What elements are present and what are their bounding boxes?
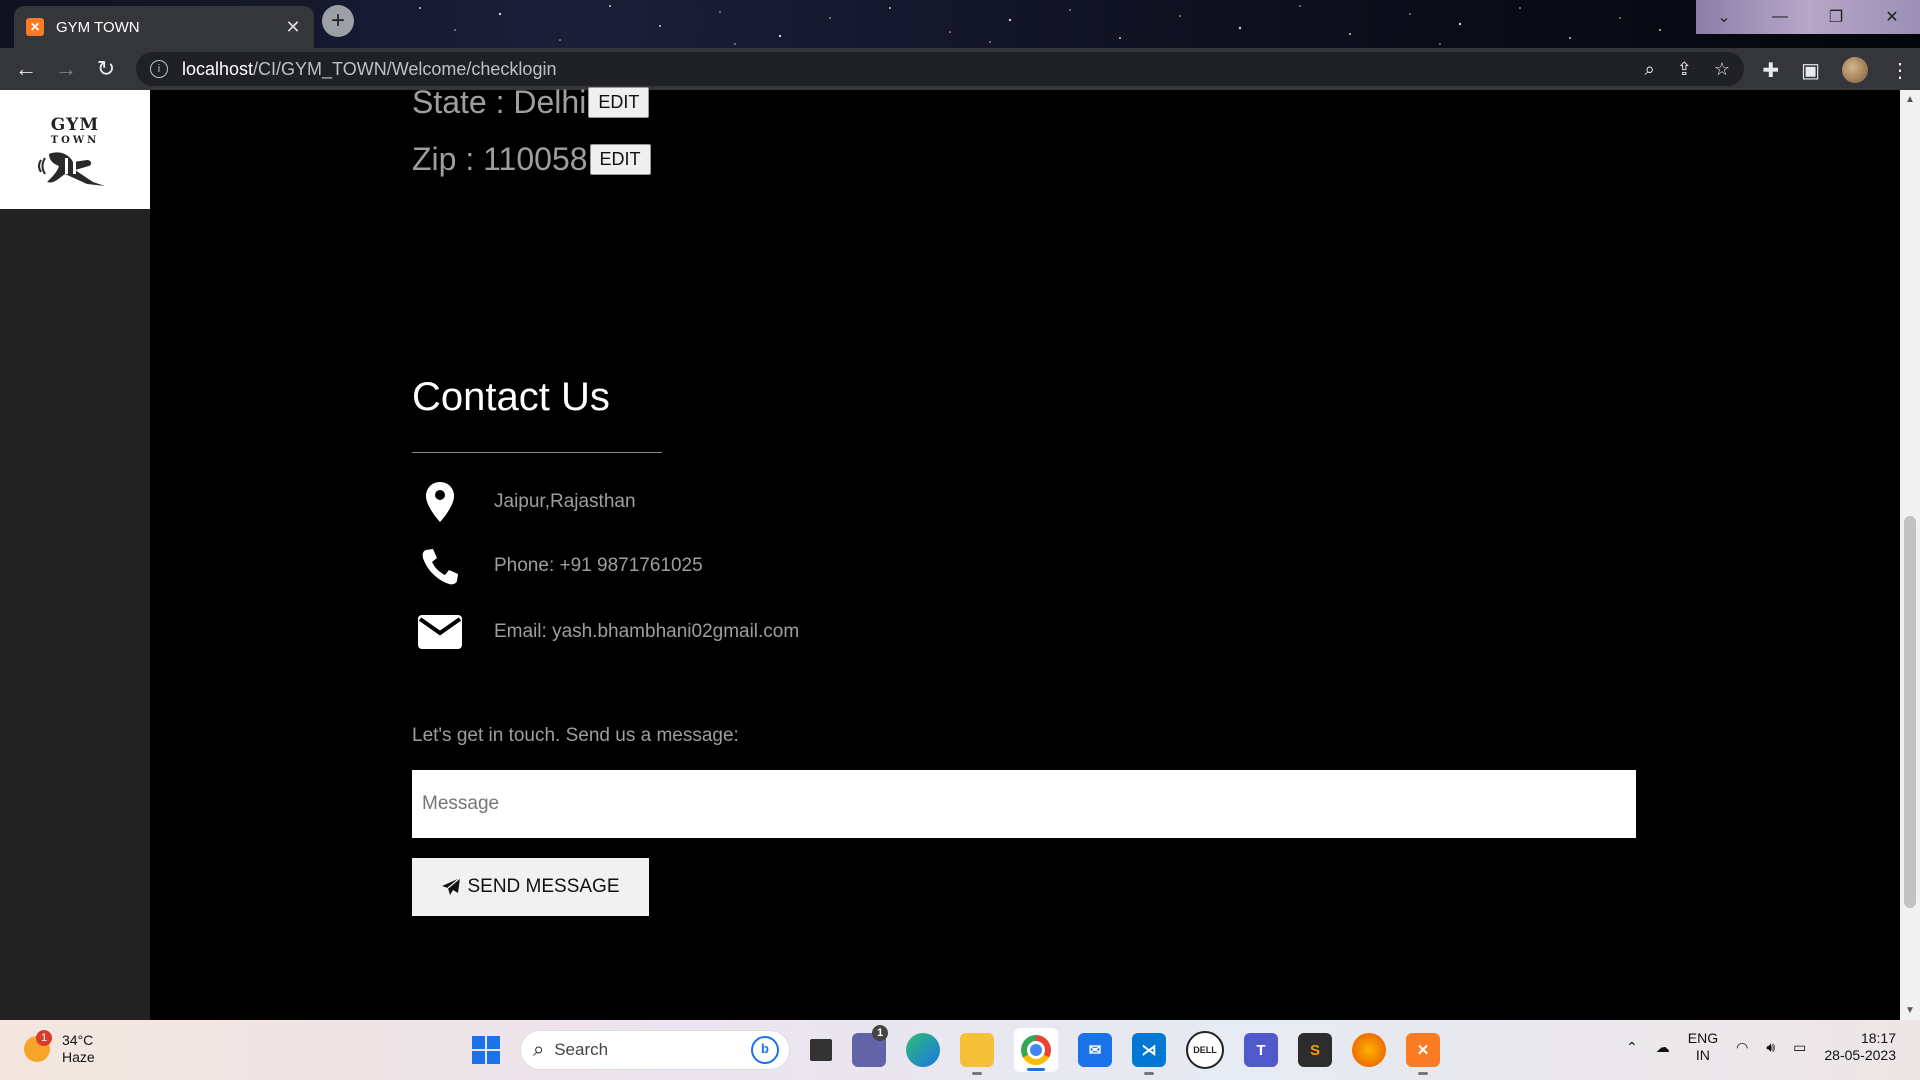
state-value: State : Delhi	[412, 84, 587, 120]
extensions-puzzle-icon[interactable]: ✚	[1762, 58, 1779, 83]
wifi-icon[interactable]: ◠	[1736, 1039, 1748, 1056]
mail-icon[interactable]: ✉	[1078, 1033, 1112, 1067]
contact-us-heading: Contact Us	[412, 375, 610, 419]
bookmark-star-icon[interactable]: ☆	[1714, 59, 1730, 80]
back-arrow-icon[interactable]: ←	[12, 55, 40, 83]
system-tray: ⌃ ☁ ENG IN ◠ 🔊︎ ▭ 18:17 28-05-2023	[1626, 1030, 1896, 1064]
scroll-down-icon[interactable]: ▼	[1905, 1005, 1915, 1016]
battery-icon[interactable]: ▭	[1793, 1039, 1806, 1056]
phone-icon	[412, 542, 468, 590]
clock-date: 28-05-2023	[1824, 1047, 1896, 1063]
browser-titlebar: ✕ GYM TOWN ✕ + ⌄ — ❐ ✕	[0, 0, 1920, 48]
message-input[interactable]: Message	[412, 770, 1636, 838]
weather-sun-icon: 1	[24, 1030, 52, 1062]
address-row: Jaipur,Rajasthan	[412, 478, 636, 526]
edit-zip-button[interactable]: EDIT	[589, 144, 651, 175]
browser-toolbar: ← → ↻ i localhost/CI/GYM_TOWN/Welcome/ch…	[0, 48, 1920, 90]
edge-browser-icon[interactable]	[906, 1033, 940, 1067]
weather-temperature: 34°C	[62, 1032, 94, 1048]
vscode-icon[interactable]: ⋊	[1132, 1033, 1166, 1075]
dell-icon[interactable]: DELL	[1186, 1031, 1224, 1069]
system-clock[interactable]: 18:17 28-05-2023	[1824, 1030, 1896, 1064]
bing-icon[interactable]: b	[751, 1036, 779, 1064]
phone-row: Phone: +91 9871761025	[412, 542, 703, 590]
window-controls: ⌄ — ❐ ✕	[1696, 0, 1920, 34]
firefox-icon[interactable]	[1352, 1033, 1386, 1067]
url-path: /CI/GYM_TOWN/Welcome/checklogin	[253, 58, 557, 79]
taskbar-search[interactable]: ⌕ Search b	[520, 1030, 790, 1070]
browser-tab[interactable]: ✕ GYM TOWN ✕	[14, 6, 314, 48]
state-field: State : Delhi EDIT	[412, 84, 650, 121]
envelope-icon	[412, 608, 468, 656]
teams-chat-badge: 1	[872, 1025, 888, 1041]
phone-text: Phone: +91 9871761025	[494, 555, 703, 576]
tab-search-icon[interactable]: ⌄	[1696, 0, 1752, 34]
url-host: localhost	[182, 58, 254, 79]
task-view-icon[interactable]	[810, 1039, 832, 1061]
share-icon[interactable]: ⇪	[1677, 59, 1692, 80]
minimize-icon[interactable]: —	[1752, 0, 1808, 34]
map-pin-icon	[412, 478, 468, 526]
teams-chat-icon[interactable]: 1	[852, 1025, 888, 1067]
forward-arrow-icon[interactable]: →	[52, 55, 80, 83]
weather-badge: 1	[36, 1030, 52, 1046]
chrome-browser-icon[interactable]	[1014, 1028, 1058, 1072]
gym-town-logo[interactable]: GYM TOWN	[0, 90, 150, 209]
close-window-icon[interactable]: ✕	[1864, 0, 1920, 34]
paper-plane-icon	[442, 877, 461, 895]
zoom-search-icon[interactable]: ⌕	[1645, 59, 1655, 80]
weather-description: Haze	[62, 1049, 95, 1065]
side-panel-icon[interactable]: ▣	[1801, 58, 1820, 83]
contact-divider	[412, 452, 662, 453]
get-in-touch-text: Let's get in touch. Send us a message:	[412, 725, 739, 746]
language-line-1: ENG	[1687, 1030, 1719, 1046]
logo-line-gym: GYM	[50, 115, 100, 135]
restore-icon[interactable]: ❐	[1808, 0, 1864, 34]
teams-icon[interactable]: T	[1244, 1033, 1278, 1067]
sidebar: GYM TOWN	[0, 90, 150, 1020]
tray-overflow-chevron-icon[interactable]: ⌃	[1626, 1039, 1638, 1056]
scroll-up-icon[interactable]: ▲	[1905, 94, 1915, 105]
taskbar-search-label: Search	[554, 1040, 609, 1059]
sublime-text-icon[interactable]: S	[1298, 1033, 1332, 1067]
language-line-2: IN	[1695, 1047, 1710, 1063]
volume-icon[interactable]: 🔊︎	[1766, 1039, 1775, 1056]
onedrive-icon[interactable]: ☁	[1656, 1039, 1670, 1056]
logo-runner-icon	[38, 152, 105, 186]
send-message-button[interactable]: SEND MESSAGE	[412, 858, 649, 916]
weather-widget[interactable]: 1 34°C Haze	[24, 1030, 95, 1066]
clock-time: 18:17	[1860, 1030, 1896, 1046]
email-text: Email: yash.bhambhani02gmail.com	[494, 621, 800, 642]
windows-start-icon[interactable]	[472, 1036, 500, 1064]
xampp-favicon-icon: ✕	[26, 18, 44, 36]
edit-state-button[interactable]: EDIT	[588, 87, 650, 118]
file-explorer-icon[interactable]	[960, 1033, 994, 1075]
logo-line-town: TOWN	[50, 135, 100, 146]
profile-avatar[interactable]	[1842, 57, 1868, 83]
address-text: Jaipur,Rajasthan	[494, 491, 636, 512]
browser-menu-icon[interactable]: ⋮	[1890, 58, 1910, 83]
reload-icon[interactable]: ↻	[92, 55, 120, 83]
language-indicator[interactable]: ENG IN	[1688, 1030, 1718, 1064]
send-message-label: SEND MESSAGE	[467, 876, 620, 897]
zip-field: Zip : 110058 EDIT	[412, 141, 651, 178]
email-row: Email: yash.bhambhani02gmail.com	[412, 608, 799, 656]
tab-close-icon[interactable]: ✕	[282, 17, 304, 38]
page-scrollbar[interactable]: ▲ ▼	[1900, 90, 1920, 1020]
address-bar[interactable]: i localhost/CI/GYM_TOWN/Welcome/checklog…	[136, 52, 1744, 86]
xampp-icon[interactable]: ✕	[1406, 1033, 1440, 1075]
tab-title: GYM TOWN	[56, 18, 140, 36]
new-tab-button[interactable]: +	[322, 5, 354, 37]
zip-value: Zip : 110058	[412, 141, 588, 177]
search-icon: ⌕	[533, 1038, 545, 1061]
site-info-icon[interactable]: i	[150, 60, 168, 78]
address-url[interactable]: localhost/CI/GYM_TOWN/Welcome/checklogin	[182, 59, 556, 80]
scrollbar-thumb[interactable]	[1904, 516, 1916, 908]
windows-taskbar: 1 34°C Haze ⌕ Search b 1 ✉ ⋊ DELL T S ✕	[0, 1020, 1920, 1080]
taskbar-apps: ⌕ Search b 1 ✉ ⋊ DELL T S ✕	[472, 1025, 1440, 1075]
